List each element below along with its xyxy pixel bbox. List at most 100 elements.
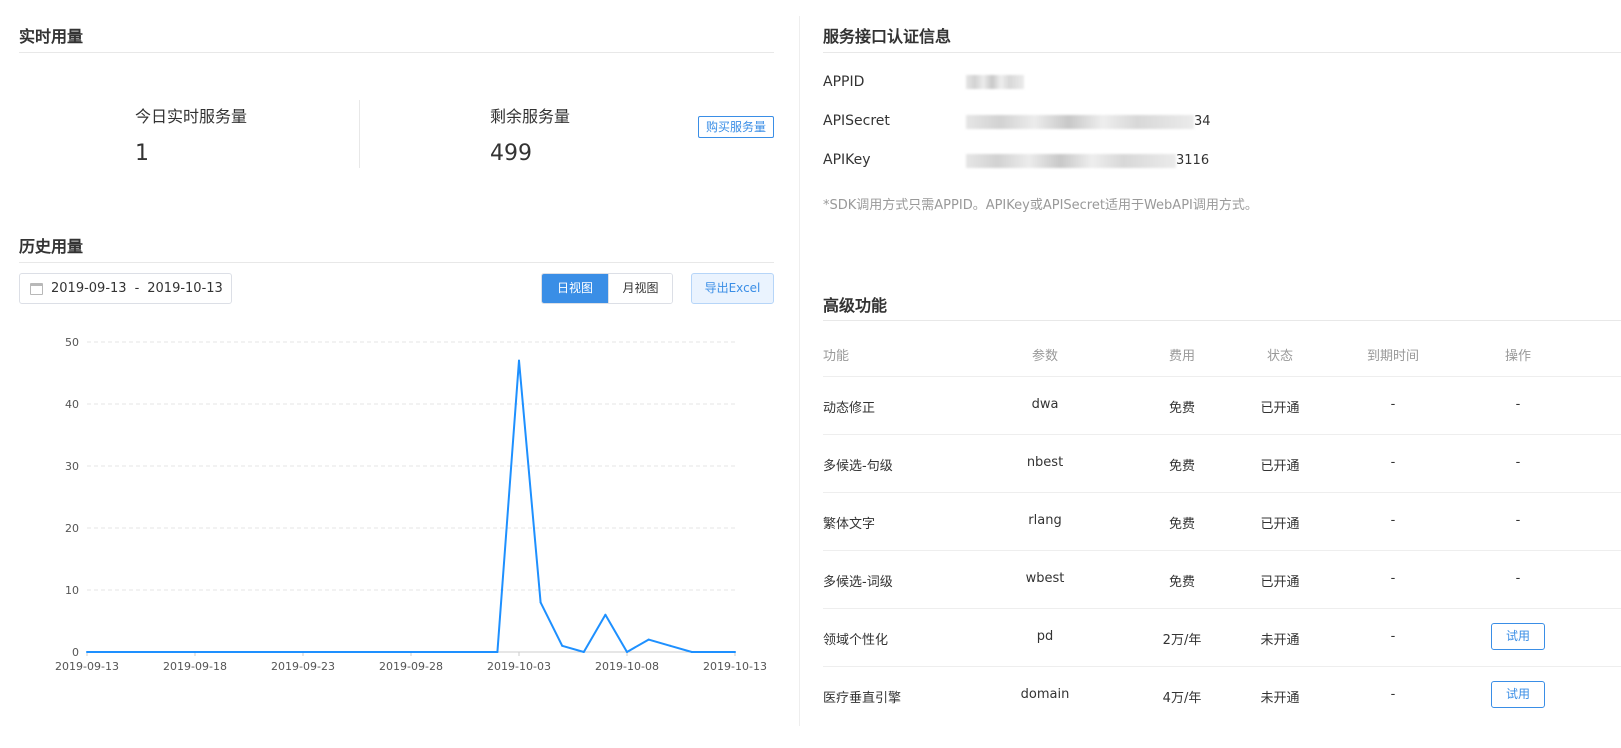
stats-divider [359,100,360,168]
x-tick-label: 2019-10-08 [595,660,659,673]
calendar-icon [30,282,43,295]
feature-status: 已开通 [1260,401,1300,416]
feature-action: - [1515,455,1521,470]
feature-expire: - [1390,571,1396,586]
feature-status: 未开通 [1260,691,1300,706]
data-point [582,651,585,653]
data-point [172,651,175,653]
data-point [107,651,110,653]
y-tick-label: 50 [65,336,79,349]
data-point [712,651,715,653]
data-point [431,651,434,653]
remaining-usage-label: 剩余服务量 [490,107,571,126]
feature-expire: - [1390,629,1396,644]
feature-expire: - [1390,513,1396,528]
date-start: 2019-09-13 [51,281,127,296]
realtime-title: 实时用量 [19,27,84,46]
date-range-picker[interactable]: 2019-09-13 - 2019-10-13 [19,273,232,304]
today-usage-label: 今日实时服务量 [135,107,248,126]
usage-line-chart: 0 10 20 30 40 50 2019-09-13 2019-09-18 2019-09-2… [55,336,767,673]
data-point [237,651,240,653]
apisecret-label: APISecret [823,113,890,129]
try-button[interactable]: 试用 [1491,623,1545,650]
feature-param: domain [1020,687,1070,702]
feature-status: 已开通 [1260,575,1300,590]
credentials-note: *SDK调用方式只需APPID。APIKey或APISecret适用于WebAP… [823,198,1258,213]
view-toggle: 日视图 月视图 [541,273,673,304]
feature-action: - [1515,513,1521,528]
feature-action: - [1515,397,1521,412]
data-point [215,651,218,653]
data-point [518,359,520,362]
feature-name: 多候选-句级 [823,459,893,474]
apisecret-value: 34 [966,114,1211,129]
apikey-label: APIKey [823,152,871,168]
y-tick-label: 20 [65,522,79,535]
x-tick-label: 2019-10-13 [703,660,767,673]
page-divider [799,16,800,726]
feature-name: 繁体文字 [823,517,876,532]
feature-fee: 免费 [1168,401,1195,416]
feature-param: nbest [1026,455,1064,470]
credentials-title: 服务接口认证信息 [823,27,952,46]
feature-status: 未开通 [1260,633,1300,648]
feature-param: pd [1036,629,1054,644]
feature-param: dwa [1031,397,1059,412]
date-separator: - [134,281,140,296]
feature-expire: - [1390,397,1396,412]
data-point [669,644,672,647]
data-point [647,638,650,641]
data-point [86,651,88,653]
x-tick-label: 2019-09-23 [271,660,335,673]
apikey-redacted [966,153,1176,168]
feature-name: 多候选-词级 [823,575,893,590]
data-point [150,651,153,653]
y-tick-label: 10 [65,584,79,597]
apisecret-suffix: 34 [1194,114,1211,129]
today-usage-value: 1 [135,141,149,166]
data-point [561,644,564,647]
header-status: 状态 [1266,349,1293,364]
x-tick-label: 2019-09-18 [163,660,227,673]
feature-fee: 免费 [1168,575,1195,590]
day-view-button[interactable]: 日视图 [542,274,608,303]
data-point [129,651,132,653]
try-button[interactable]: 试用 [1491,681,1545,708]
table-row-line [823,492,1621,493]
feature-fee: 2万/年 [1162,633,1202,648]
date-end: 2019-10-13 [147,281,223,296]
feature-expire: - [1390,687,1396,702]
realtime-divider [19,52,774,53]
x-tick-label: 2019-09-13 [55,660,119,673]
buy-service-button[interactable]: 购买服务量 [698,116,774,138]
data-point [474,651,477,653]
feature-name: 医疗垂直引擎 [823,691,902,706]
data-point [323,651,326,653]
header-expire: 到期时间 [1366,349,1419,364]
data-point [258,651,261,653]
appid-value [966,75,1024,89]
feature-action: - [1515,571,1521,586]
data-point [496,651,499,653]
feature-fee: 4万/年 [1162,691,1202,706]
y-tick-label: 30 [65,460,79,473]
export-excel-button[interactable]: 导出Excel [691,273,774,304]
header-fee: 费用 [1168,349,1195,364]
header-param: 参数 [1031,349,1058,364]
feature-status: 已开通 [1260,517,1300,532]
feature-expire: - [1390,455,1396,470]
table-header-line [823,376,1621,377]
data-point [410,651,412,653]
data-point [388,651,391,653]
feature-fee: 免费 [1168,459,1195,474]
data-point [366,651,369,653]
table-row-line [823,550,1621,551]
feature-status: 已开通 [1260,459,1300,474]
data-point [302,651,304,653]
feature-param: rlang [1028,513,1062,528]
month-view-button[interactable]: 月视图 [608,274,672,303]
table-row-line [823,608,1621,609]
apisecret-redacted [966,114,1194,129]
data-point [734,651,736,653]
feature-fee: 免费 [1168,517,1195,532]
